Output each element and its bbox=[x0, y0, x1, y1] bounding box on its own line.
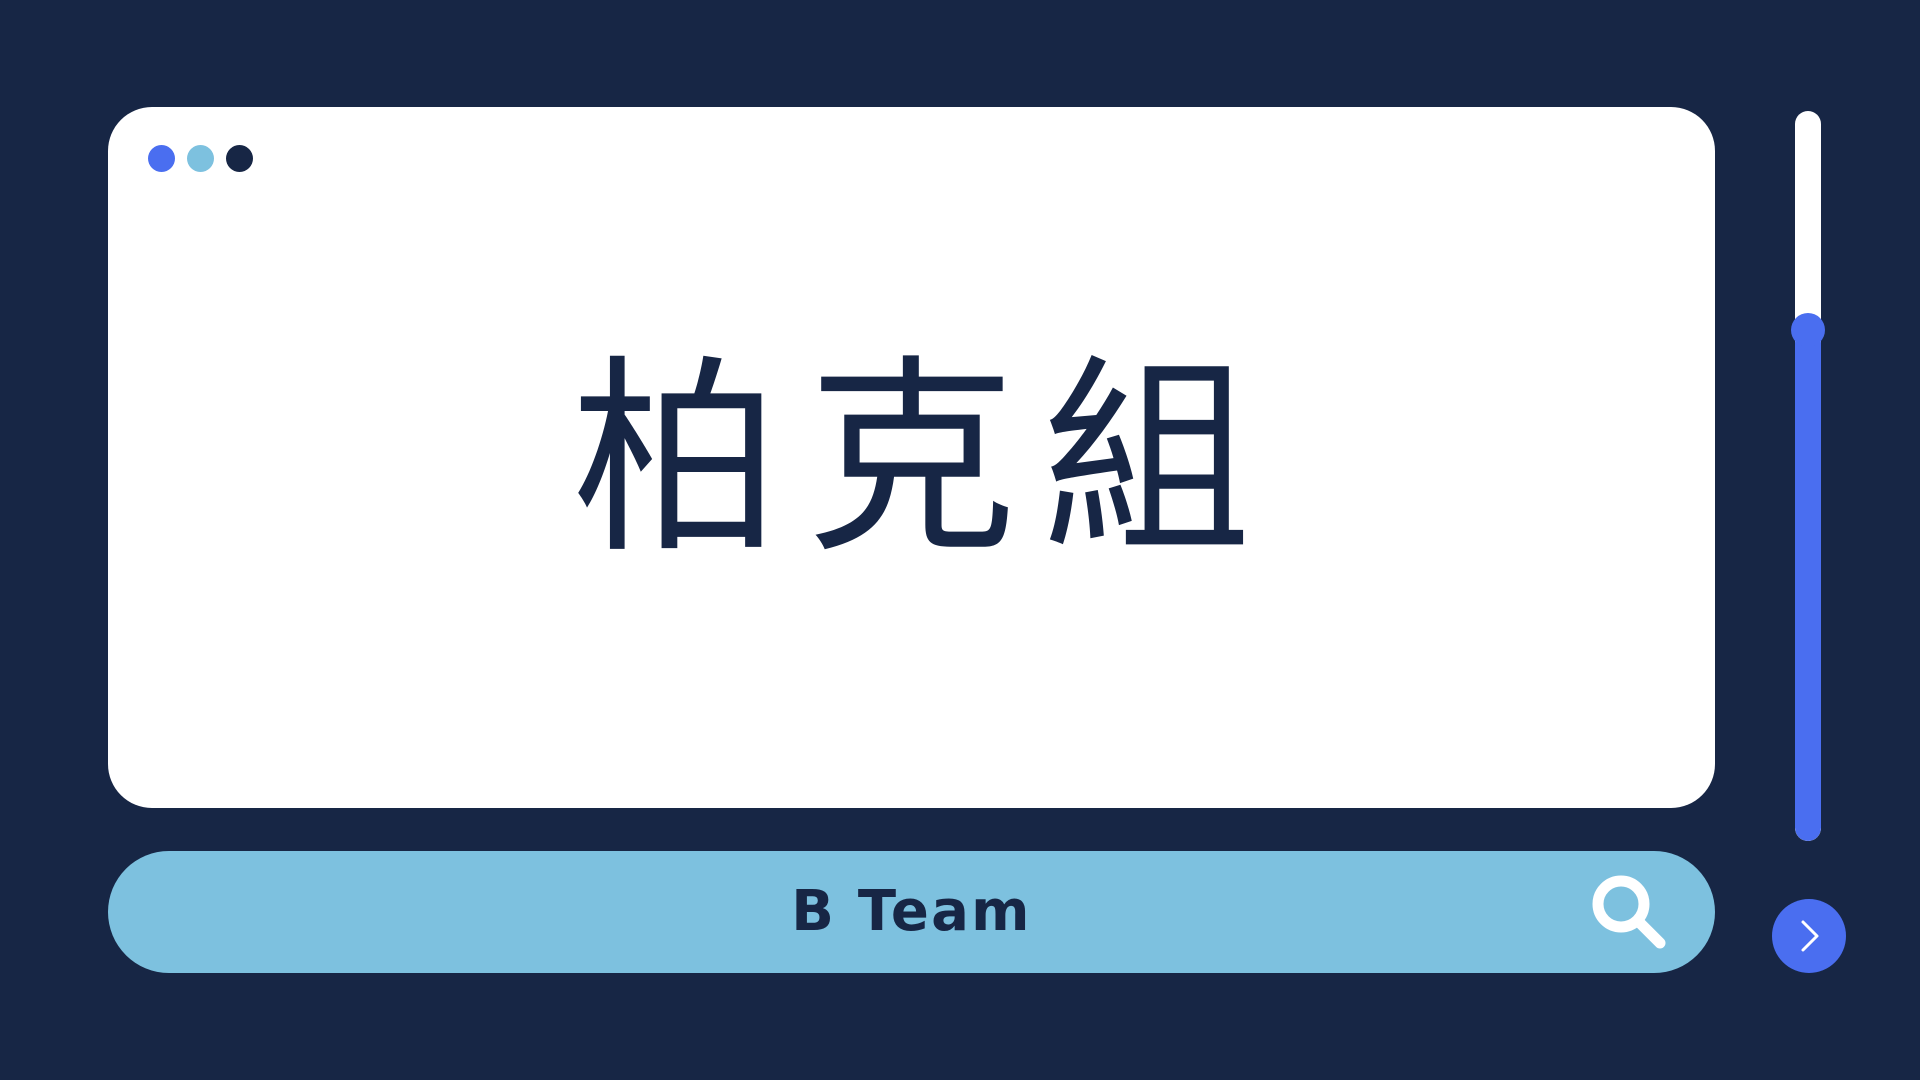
next-button[interactable] bbox=[1772, 899, 1846, 973]
window-dot-light-blue[interactable] bbox=[187, 145, 214, 172]
content-window: 柏克組 bbox=[108, 107, 1715, 808]
page-title: 柏克組 bbox=[571, 337, 1277, 582]
window-dot-blue[interactable] bbox=[148, 145, 175, 172]
search-bar[interactable]: B Team bbox=[108, 851, 1715, 973]
scrollbar-handle[interactable] bbox=[1791, 313, 1825, 347]
scrollbar-track[interactable] bbox=[1795, 111, 1821, 841]
window-dot-navy[interactable] bbox=[226, 145, 253, 172]
search-icon[interactable] bbox=[1588, 871, 1670, 953]
scrollbar-fill bbox=[1795, 330, 1821, 841]
window-controls bbox=[148, 145, 253, 172]
search-query-text: B Team bbox=[791, 879, 1032, 944]
chevron-right-icon bbox=[1801, 920, 1819, 952]
